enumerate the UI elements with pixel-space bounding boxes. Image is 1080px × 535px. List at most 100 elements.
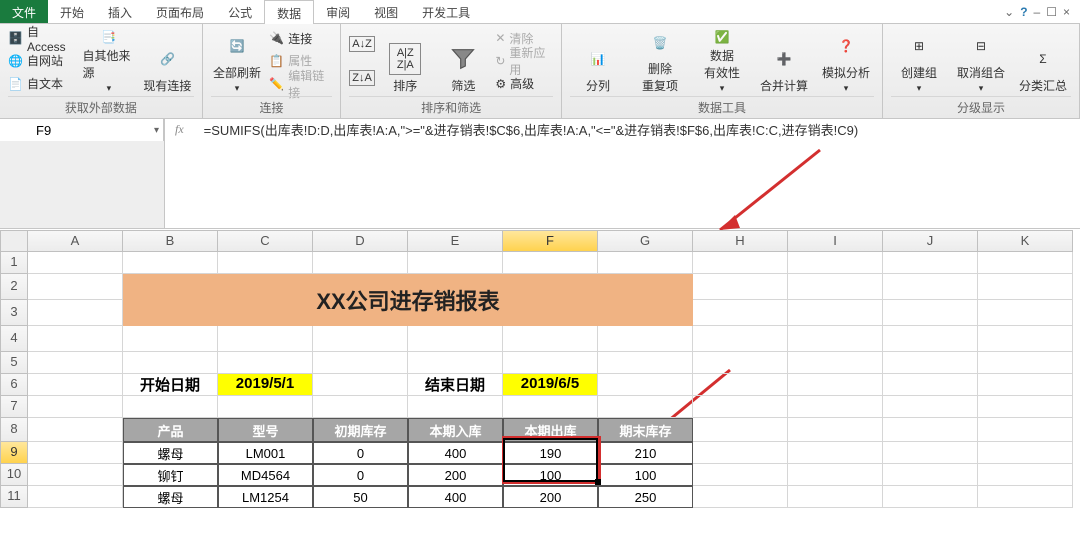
cell-C1[interactable] [218,252,313,274]
select-all-triangle[interactable] [0,230,28,252]
cell-K5[interactable] [978,352,1073,374]
remove-duplicates-button[interactable]: 🗑️删除 重复项 [632,28,688,94]
tab-layout[interactable]: 页面布局 [144,0,216,23]
cell-F10[interactable]: 100 [503,464,598,486]
cell-C4[interactable] [218,326,313,352]
cell-D8[interactable]: 初期库存 [313,418,408,442]
col-head-J[interactable]: J [883,230,978,252]
row-head-7[interactable]: 7 [0,396,28,418]
cell-B10[interactable]: 铆钉 [123,464,218,486]
from-other-button[interactable]: 📑自其他来源▾ [83,28,136,94]
cell-F9[interactable]: 190 [503,442,598,464]
col-head-K[interactable]: K [978,230,1073,252]
chevron-down-icon[interactable]: ▾ [154,125,159,136]
cell-I5[interactable] [788,352,883,374]
text-to-columns-button[interactable]: 📊分列 [570,28,626,94]
tab-dev[interactable]: 开发工具 [410,0,482,23]
cell-F5[interactable] [503,352,598,374]
existing-conn-button[interactable]: 🔗现有连接 [141,28,194,94]
cell-H11[interactable] [693,486,788,508]
cell-J2[interactable] [883,274,978,300]
cell-B5[interactable] [123,352,218,374]
cell-K1[interactable] [978,252,1073,274]
cell-A4[interactable] [28,326,123,352]
cell-H5[interactable] [693,352,788,374]
close-icon[interactable]: × [1063,5,1070,19]
cell-K9[interactable] [978,442,1073,464]
cell-I1[interactable] [788,252,883,274]
cell-A11[interactable] [28,486,123,508]
tab-data[interactable]: 数据 [264,0,314,24]
cell-G6[interactable] [598,374,693,396]
cell-D5[interactable] [313,352,408,374]
data-validation-button[interactable]: ✅数据 有效性▾ [694,28,750,94]
cell-A3[interactable] [28,300,123,326]
cell-B6[interactable]: 开始日期 [123,374,218,396]
cell-B11[interactable]: 螺母 [123,486,218,508]
cell-A10[interactable] [28,464,123,486]
cell-B4[interactable] [123,326,218,352]
cell-J10[interactable] [883,464,978,486]
cell-J11[interactable] [883,486,978,508]
consolidate-button[interactable]: ➕合并计算 [756,28,812,94]
cell-B1[interactable] [123,252,218,274]
cell-H7[interactable] [693,396,788,418]
filter-button[interactable]: 筛选 [437,28,489,94]
cell-F1[interactable] [503,252,598,274]
cell-C7[interactable] [218,396,313,418]
cell-D1[interactable] [313,252,408,274]
help-icon[interactable]: ? [1020,5,1027,19]
cell-F7[interactable] [503,396,598,418]
col-head-E[interactable]: E [408,230,503,252]
cell-H6[interactable] [693,374,788,396]
cell-G10[interactable]: 100 [598,464,693,486]
row-head-3[interactable]: 3 [0,300,28,326]
cell-J5[interactable] [883,352,978,374]
col-head-D[interactable]: D [313,230,408,252]
cell-J4[interactable] [883,326,978,352]
cell-E1[interactable] [408,252,503,274]
cell-I4[interactable] [788,326,883,352]
cell-A8[interactable] [28,418,123,442]
row-head-1[interactable]: 1 [0,252,28,274]
subtotal-button[interactable]: Σ分类汇总 [1015,28,1071,94]
cell-C9[interactable]: LM001 [218,442,313,464]
cell-A5[interactable] [28,352,123,374]
whatif-button[interactable]: ❓模拟分析▾ [818,28,874,94]
cell-K8[interactable] [978,418,1073,442]
tab-view[interactable]: 视图 [362,0,410,23]
cell-C6[interactable]: 2019/5/1 [218,374,313,396]
cell-E8[interactable]: 本期入库 [408,418,503,442]
cell-B9[interactable]: 螺母 [123,442,218,464]
group-button[interactable]: ⊞创建组▾ [891,28,947,94]
col-head-I[interactable]: I [788,230,883,252]
cell-C11[interactable]: LM1254 [218,486,313,508]
cell-B7[interactable] [123,396,218,418]
cell-H3[interactable] [693,300,788,326]
cell-F8[interactable]: 本期出库 [503,418,598,442]
cell-K7[interactable] [978,396,1073,418]
row-head-6[interactable]: 6 [0,374,28,396]
row-head-10[interactable]: 10 [0,464,28,486]
cell-K2[interactable] [978,274,1073,300]
minimize-icon[interactable]: – [1034,5,1041,19]
cell-I11[interactable] [788,486,883,508]
cell-A1[interactable] [28,252,123,274]
cell-E7[interactable] [408,396,503,418]
advanced-filter-button[interactable]: ⚙高级 [495,74,553,94]
tab-file[interactable]: 文件 [0,0,48,23]
cell-K4[interactable] [978,326,1073,352]
from-access-button[interactable]: 🗄️自 Access [8,28,77,48]
row-head-5[interactable]: 5 [0,352,28,374]
col-head-A[interactable]: A [28,230,123,252]
tab-formula[interactable]: 公式 [216,0,264,23]
cell-A6[interactable] [28,374,123,396]
tab-review[interactable]: 审阅 [314,0,362,23]
cell-E6[interactable]: 结束日期 [408,374,503,396]
cell-A2[interactable] [28,274,123,300]
cell-I6[interactable] [788,374,883,396]
cell-J3[interactable] [883,300,978,326]
cell-E10[interactable]: 200 [408,464,503,486]
cell-I3[interactable] [788,300,883,326]
cell-D7[interactable] [313,396,408,418]
